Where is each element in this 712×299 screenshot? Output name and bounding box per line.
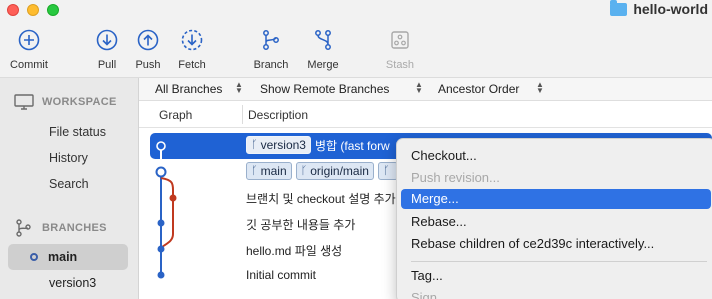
sidebar-branch-main[interactable]: main bbox=[30, 250, 77, 264]
branch-tag[interactable]: ᚴ main bbox=[246, 162, 292, 180]
commit-message: Initial commit bbox=[246, 268, 317, 282]
stash-button[interactable]: Stash bbox=[370, 28, 430, 71]
sidebar: WORKSPACE File status History Search BRA… bbox=[0, 78, 139, 299]
fetch-button[interactable]: Fetch bbox=[162, 28, 222, 71]
zoom-window-button[interactable] bbox=[47, 4, 59, 16]
plus-circle-icon bbox=[18, 29, 40, 51]
branch-icon bbox=[263, 30, 279, 50]
sidebar-item-history[interactable]: History bbox=[49, 151, 88, 165]
pull-label: Pull bbox=[97, 59, 117, 71]
toolbar: hello-world Commit Pull Push Fetch Branc… bbox=[0, 0, 712, 78]
commit-button[interactable]: Commit bbox=[0, 28, 59, 71]
branch-icon: ᚴ bbox=[382, 165, 390, 177]
merge-label: Merge bbox=[307, 59, 339, 71]
merge-button[interactable]: Merge bbox=[293, 28, 353, 71]
updown-chevron-icon: ▲ ▼ bbox=[536, 80, 544, 95]
stash-icon bbox=[391, 31, 409, 49]
menu-item-merge[interactable]: Merge... bbox=[411, 191, 459, 206]
description-column-header[interactable]: Description bbox=[248, 108, 308, 122]
branch-tag-label: origin/main bbox=[310, 164, 369, 178]
commit-message: 깃 공부한 내용들 추가 bbox=[246, 218, 356, 232]
filter-bar: All Branches ▲ ▼ Show Remote Branches ▲ ▼ … bbox=[139, 78, 712, 101]
sidebar-item-file-status[interactable]: File status bbox=[49, 125, 106, 139]
commit-description: ᚴ main ᚴ origin/main ᚴ bbox=[246, 162, 398, 180]
graph-column-header[interactable]: Graph bbox=[159, 108, 192, 122]
sidebar-item-search[interactable]: Search bbox=[49, 177, 89, 191]
menu-item-push-revision[interactable]: Push revision... bbox=[411, 170, 500, 185]
branch-version3-label: version3 bbox=[49, 276, 97, 290]
stash-label: Stash bbox=[385, 59, 415, 71]
fetch-icon bbox=[181, 29, 203, 51]
branch-icon bbox=[16, 219, 31, 237]
close-window-button[interactable] bbox=[7, 4, 19, 16]
push-label: Push bbox=[135, 59, 161, 71]
workspace-header[interactable]: WORKSPACE bbox=[14, 94, 117, 110]
monitor-icon bbox=[14, 94, 34, 110]
merge-icon bbox=[315, 30, 331, 50]
branches-filter-select[interactable]: All Branches bbox=[155, 82, 222, 96]
menu-item-tag[interactable]: Tag... bbox=[411, 268, 443, 283]
branch-tag[interactable]: ᚴ version3 bbox=[246, 136, 311, 154]
remote-branches-select[interactable]: Show Remote Branches bbox=[260, 82, 389, 96]
commit-message: 브랜치 및 checkout 설명 추가 bbox=[246, 192, 396, 206]
updown-chevron-icon: ▲ ▼ bbox=[415, 80, 423, 95]
branches-header-label: BRANCHES bbox=[42, 222, 107, 234]
updown-chevron-icon: ▲ ▼ bbox=[235, 80, 243, 95]
branch-tag-label: version3 bbox=[260, 138, 306, 152]
menu-item-checkout[interactable]: Checkout... bbox=[411, 148, 477, 163]
branch-icon: ᚴ bbox=[251, 139, 258, 151]
commit-description: ᚴ version3 병합 (fast forw bbox=[246, 136, 390, 154]
arrow-up-circle-icon bbox=[137, 29, 159, 51]
branches-header[interactable]: BRANCHES bbox=[14, 219, 107, 237]
commit-message: hello.md 파일 생성 bbox=[246, 244, 343, 258]
branch-main-label: main bbox=[48, 250, 78, 264]
remote-branch-tag[interactable]: ᚴ origin/main bbox=[295, 162, 374, 180]
repo-name: hello-world bbox=[633, 1, 708, 17]
context-menu: Checkout... Push revision... Merge... Re… bbox=[396, 138, 712, 299]
menu-item-sign[interactable]: Sign... bbox=[411, 290, 448, 299]
sidebar-branch-version3[interactable]: version3 bbox=[49, 276, 96, 290]
menu-item-rebase[interactable]: Rebase... bbox=[411, 214, 467, 229]
arrow-down-circle-icon bbox=[96, 29, 118, 51]
branch-tag[interactable]: ᚴ bbox=[377, 162, 398, 180]
folder-icon bbox=[610, 0, 628, 16]
branch-icon: ᚴ bbox=[251, 165, 258, 177]
menu-item-rebase-children[interactable]: Rebase children of ce2d39c interactively… bbox=[411, 236, 654, 251]
branch-button[interactable]: Branch bbox=[241, 28, 301, 71]
minimize-window-button[interactable] bbox=[27, 4, 39, 16]
branch-label: Branch bbox=[253, 59, 289, 71]
commit-message: 병합 (fast forw bbox=[314, 138, 390, 153]
fetch-label: Fetch bbox=[178, 59, 206, 71]
workspace-header-label: WORKSPACE bbox=[42, 96, 117, 108]
column-divider[interactable] bbox=[242, 105, 243, 124]
column-header: Graph Description bbox=[139, 101, 712, 128]
order-select[interactable]: Ancestor Order bbox=[438, 82, 519, 96]
current-branch-icon bbox=[30, 253, 38, 261]
commit-label: Commit bbox=[10, 59, 48, 71]
branch-tag-label: main bbox=[260, 164, 287, 178]
menu-separator bbox=[411, 261, 707, 262]
window-title: hello-world bbox=[610, 0, 708, 17]
branch-icon: ᚴ bbox=[300, 165, 308, 177]
